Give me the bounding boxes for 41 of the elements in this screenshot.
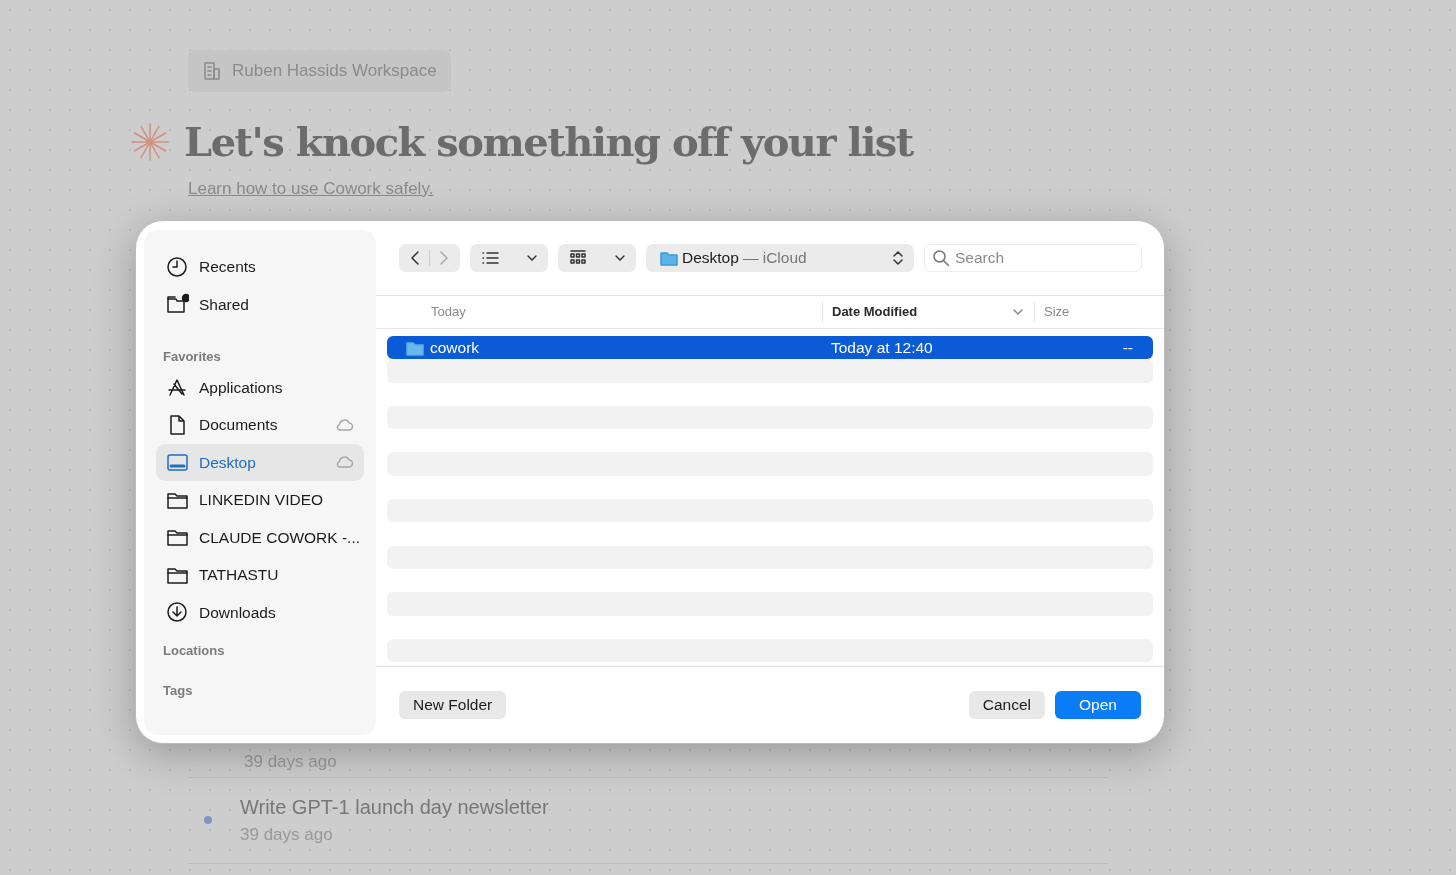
- chevron-down-icon: [526, 252, 538, 264]
- sidebar-section-heading[interactable]: Tags: [163, 680, 364, 700]
- sidebar-item[interactable]: Recents: [156, 248, 364, 286]
- folder-icon: [406, 339, 424, 356]
- download-icon: [166, 601, 189, 624]
- status-dot: [204, 815, 212, 824]
- sidebar-item[interactable]: Downloads: [156, 593, 364, 631]
- folder-icon: [660, 250, 678, 266]
- list-view-button[interactable]: [470, 244, 548, 272]
- column-header[interactable]: Date Modified: [832, 302, 918, 322]
- shared-folder-icon: [166, 293, 189, 316]
- location-popup[interactable]: Desktop — iCloud: [646, 244, 914, 272]
- column-header[interactable]: Today: [431, 304, 466, 320]
- new-folder-button[interactable]: New Folder: [399, 691, 507, 719]
- page-heading: Let's knock something off your list: [184, 117, 913, 166]
- applications-icon: [166, 376, 189, 399]
- cancel-button[interactable]: Cancel: [968, 691, 1045, 719]
- up-down-chevron-icon: [892, 250, 904, 266]
- sidebar-item[interactable]: Desktop: [156, 443, 364, 481]
- sidebar-item[interactable]: CLAUDE COWORK -...: [156, 518, 364, 556]
- chevron-down-icon: [614, 252, 626, 264]
- column-header[interactable]: Size: [1044, 304, 1070, 320]
- sort-chevron-icon: [1012, 306, 1024, 318]
- grid-view-button[interactable]: [558, 244, 636, 272]
- search-icon: [932, 249, 950, 267]
- sidebar-item[interactable]: TATHASTU: [156, 556, 364, 594]
- clock-icon: [166, 255, 189, 278]
- search-field[interactable]: Search: [924, 244, 1142, 272]
- desktop-icon: [166, 451, 189, 474]
- workspace-name: Ruben Hassids Workspace: [232, 60, 437, 82]
- asterisk-icon: [130, 121, 170, 162]
- sidebar-item[interactable]: Applications: [156, 368, 364, 406]
- sidebar-section-heading[interactable]: Favorites: [163, 347, 364, 367]
- file-row[interactable]: cowork Today at 12:40 --: [387, 336, 1153, 360]
- building-icon: [202, 60, 222, 81]
- sidebar-section-heading[interactable]: Locations: [163, 641, 364, 661]
- sidebar-item[interactable]: Shared: [156, 285, 364, 323]
- open-button[interactable]: Open: [1055, 691, 1141, 719]
- sidebar-item[interactable]: Documents: [156, 406, 364, 444]
- navigation-buttons[interactable]: [399, 244, 460, 272]
- sidebar-item[interactable]: LINKEDIN VIDEO: [156, 481, 364, 519]
